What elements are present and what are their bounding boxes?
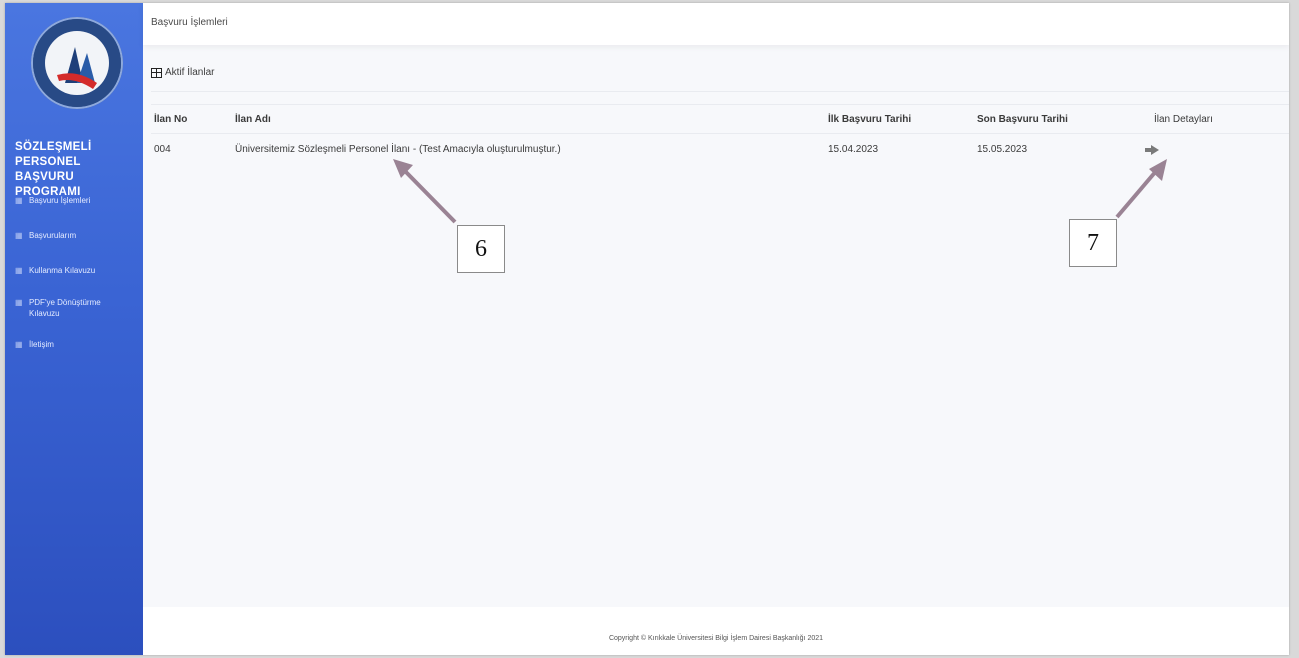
table-icon: ▦ (15, 231, 23, 240)
column-header-son-basvuru: Son Başvuru Tarihi (977, 114, 1068, 125)
main-content: Başvuru İşlemleri Aktif İlanlar İlan No … (143, 3, 1289, 655)
table-icon: ▦ (15, 340, 23, 349)
cell-ilan-adi[interactable]: Üniversitemiz Sözleşmeli Personel İlanı … (235, 144, 561, 155)
program-title: SÖZLEŞMELİ PERSONEL BAŞVURU PROGRAMI (15, 141, 92, 198)
column-header-ilk-basvuru: İlk Başvuru Tarihi (828, 114, 912, 125)
divider (151, 104, 1289, 105)
app-window: SÖZLEŞMELİ PERSONEL BAŞVURU PROGRAMI ▦ B… (5, 3, 1289, 655)
university-logo[interactable] (31, 17, 123, 109)
sidebar-item-iletisim[interactable]: ▦ İletişim (5, 339, 143, 350)
card-header: Aktif İlanlar (151, 67, 214, 78)
cell-ilan-no: 004 (154, 144, 171, 155)
callout-label: 6 (475, 235, 487, 262)
top-bar: Başvuru İşlemleri (143, 3, 1289, 45)
divider (151, 91, 1289, 92)
cell-ilk-basvuru-tarihi: 15.04.2023 (828, 144, 879, 155)
annotation-arrowhead-6 (393, 159, 413, 178)
sidebar-item-kullanma-kilavuzu[interactable]: ▦ Kullanma Kılavuzu (5, 265, 143, 276)
divider (151, 133, 1289, 134)
column-header-ilan-detaylari: İlan Detayları (1154, 114, 1213, 125)
column-header-ilan-adi: İlan Adı (235, 114, 271, 125)
footer: Copyright © Kırıkkale Üniversitesi Bilgi… (143, 607, 1289, 655)
arrow-right-icon[interactable] (1144, 144, 1160, 156)
sidebar-nav: ▦ Başvuru İşlemleri ▦ Başvurularım ▦ Kul… (5, 195, 143, 350)
table-icon: ▦ (15, 266, 23, 275)
sidebar-item-pdf-kilavuzu[interactable]: ▦ PDF'ye Dönüştürme Kılavuzu (5, 297, 143, 319)
column-header-ilan-no: İlan No (154, 114, 188, 125)
callout-6: 6 (457, 225, 505, 273)
annotation-arrowhead-7 (1149, 159, 1167, 181)
copyright-text: Copyright © Kırıkkale Üniversitesi Bilgi… (608, 635, 824, 642)
table-icon: ▦ (15, 196, 23, 205)
sidebar-item-label: İletişim (29, 340, 54, 349)
annotation-overlay (393, 159, 1167, 224)
sidebar-item-label: Kullanma Kılavuzu (29, 266, 96, 275)
sidebar: SÖZLEŞMELİ PERSONEL BAŞVURU PROGRAMI ▦ B… (5, 3, 143, 655)
table-icon (151, 67, 162, 78)
sidebar-item-label: PDF'ye Dönüştürme Kılavuzu (28, 298, 101, 318)
sidebar-item-label: Başvurularım (29, 231, 77, 240)
card-title: Aktif İlanlar (165, 67, 215, 78)
sidebar-item-basvurularim[interactable]: ▦ Başvurularım (5, 230, 143, 241)
annotation-arrow-7 (1115, 168, 1159, 219)
sidebar-item-basvuru-islemleri[interactable]: ▦ Başvuru İşlemleri (5, 195, 143, 206)
cell-son-basvuru-tarihi: 15.05.2023 (977, 144, 1028, 155)
table-icon: ▦ (15, 298, 23, 307)
annotation-arrow-6 (401, 167, 457, 224)
callout-label: 7 (1087, 229, 1099, 256)
breadcrumb: Başvuru İşlemleri (151, 17, 228, 28)
sidebar-item-label: Başvuru İşlemleri (29, 196, 91, 205)
callout-7: 7 (1069, 219, 1117, 267)
